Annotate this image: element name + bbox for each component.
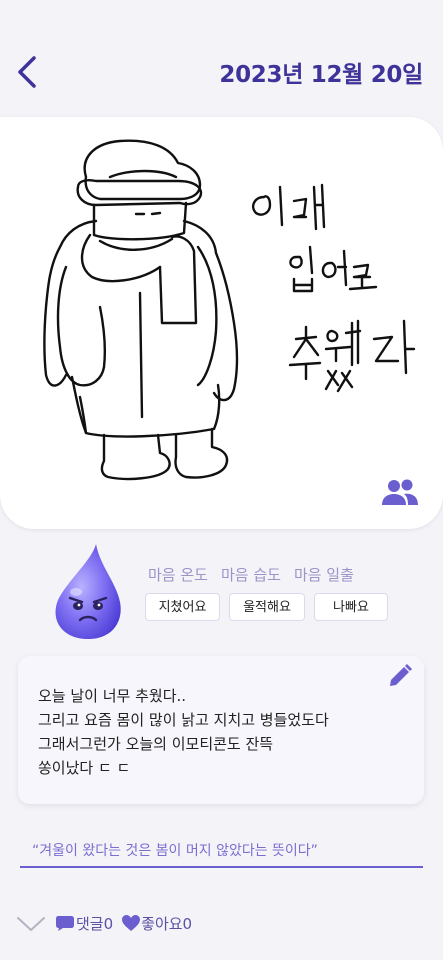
value-humidity: 울적해요 bbox=[229, 593, 305, 621]
likes-count: 좋아요0 bbox=[141, 914, 193, 933]
expand-button[interactable] bbox=[16, 913, 46, 933]
note-body: 오늘 날이 너무 추웠다.. 그리고 요즘 몸이 많이 낡고 지치고 병들었도다… bbox=[38, 684, 408, 780]
note-line: 오늘 날이 너무 추웠다.. bbox=[38, 687, 187, 705]
diary-note: 오늘 날이 너무 추웠다.. 그리고 요즘 몸이 많이 낡고 지치고 병들었도다… bbox=[18, 656, 424, 804]
droplet-character-icon bbox=[55, 544, 121, 640]
quote-text: “겨울이 왔다는 것은 봄이 머지 않았다는 뜻이다” bbox=[32, 843, 318, 859]
header: 2023년 12월 20일 bbox=[0, 0, 443, 110]
chat-bubble-icon bbox=[56, 916, 74, 931]
drawing-card bbox=[0, 117, 443, 529]
note-line: 쏭이났다 ㄷ ㄷ bbox=[38, 759, 131, 777]
label-heart-humidity: 마음 습도 bbox=[220, 566, 281, 584]
quote-of-day: “겨울이 왔다는 것은 봄이 머지 않았다는 뜻이다” bbox=[20, 836, 423, 868]
likes-button[interactable]: 좋아요0 bbox=[121, 913, 192, 934]
emotion-section: 마음 온도 마음 습도 마음 일출 지쳤어요 울적해요 나빠요 bbox=[0, 540, 443, 650]
page-title-date: 2023년 12월 20일 bbox=[219, 62, 423, 88]
label-heart-sunrise: 마음 일출 bbox=[293, 566, 354, 584]
emotion-values: 지쳤어요 울적해요 나빠요 bbox=[145, 593, 388, 621]
heart-icon bbox=[122, 915, 141, 931]
note-line: 그래서그런가 오늘의 이모티콘도 잔뜩 bbox=[38, 735, 274, 753]
diary-drawing bbox=[43, 139, 416, 481]
emotion-labels: 마음 온도 마음 습도 마음 일출 bbox=[148, 564, 438, 585]
note-line: 그리고 요즘 몸이 많이 낡고 지치고 병들었도다 bbox=[38, 711, 329, 729]
comments-count: 댓글0 bbox=[76, 914, 114, 933]
value-temperature: 지쳤어요 bbox=[145, 593, 220, 621]
back-button[interactable] bbox=[14, 54, 42, 90]
people-button[interactable] bbox=[380, 477, 420, 507]
value-sunrise: 나빠요 bbox=[314, 593, 388, 621]
footer-actions: 댓글0 좋아요0 bbox=[16, 908, 200, 938]
comments-button[interactable]: 댓글0 bbox=[54, 913, 113, 934]
chevron-down-icon bbox=[17, 917, 45, 931]
people-icon bbox=[382, 479, 418, 505]
label-heart-temperature: 마음 온도 bbox=[148, 566, 208, 584]
back-chevron-icon bbox=[18, 56, 36, 88]
